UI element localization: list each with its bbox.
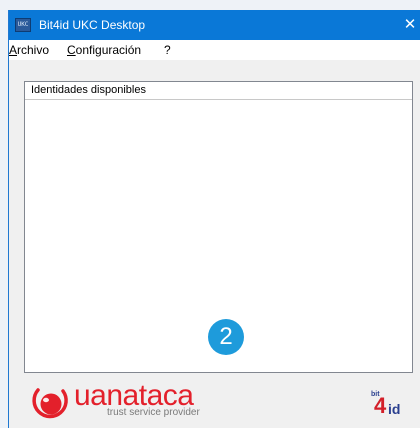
menu-help[interactable]: ?	[164, 43, 171, 57]
uanataca-logo: uanataca trust service provider	[29, 379, 269, 425]
bit4id-suffix: id	[388, 401, 401, 417]
identities-header-label: Identidades disponibles	[31, 84, 146, 96]
footer-logos: uanataca trust service provider 4 bit id	[9, 373, 420, 428]
menu-configuracion-label: onfiguración	[75, 43, 142, 57]
bit4id-logo: 4 bit id	[366, 391, 410, 419]
identities-list[interactable]: Identidades disponibles 2	[24, 81, 413, 373]
window-title: Bit4id UKC Desktop	[39, 18, 146, 32]
uanataca-mark-icon	[32, 388, 68, 419]
app-window: UKC Bit4id UKC Desktop ✕ Archivo Configu…	[8, 10, 420, 428]
menu-archivo[interactable]: Archivo	[9, 43, 49, 57]
client-area: Identidades disponibles 2 uanataca trust…	[9, 60, 420, 428]
menu-help-label: ?	[164, 43, 171, 57]
identities-list-header[interactable]: Identidades disponibles	[25, 82, 412, 100]
app-icon[interactable]: UKC	[15, 18, 31, 32]
menu-archivo-label: rchivo	[17, 43, 50, 57]
menu-configuracion[interactable]: Configuración	[67, 43, 141, 57]
uanataca-tagline: trust service provider	[107, 407, 200, 418]
menu-archivo-mnemonic: A	[9, 43, 18, 57]
menu-configuracion-mnemonic: C	[67, 43, 76, 57]
close-icon[interactable]: ✕	[399, 10, 420, 40]
menu-bar: Archivo Configuración ?	[9, 40, 420, 60]
title-bar[interactable]: UKC Bit4id UKC Desktop ✕	[9, 10, 420, 40]
bit4id-prefix: bit	[371, 391, 380, 398]
step-number-badge: 2	[208, 319, 244, 355]
